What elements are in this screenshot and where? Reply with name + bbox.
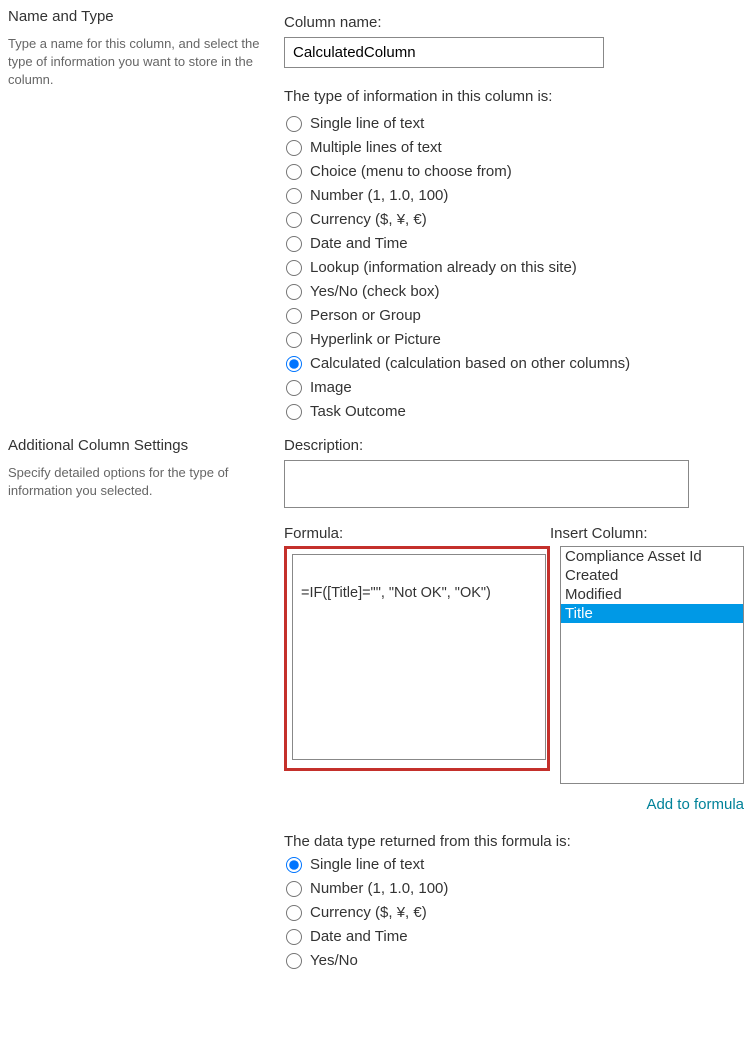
type-radio-item[interactable]: Single line of text xyxy=(284,115,737,132)
return-type-radio[interactable] xyxy=(286,881,302,897)
type-radio[interactable] xyxy=(286,188,302,204)
description-label: Description: xyxy=(284,437,744,454)
type-radio[interactable] xyxy=(286,332,302,348)
type-radio-label: Yes/No (check box) xyxy=(310,283,440,300)
return-type-radio-label: Date and Time xyxy=(310,928,408,945)
return-type-radio-label: Yes/No xyxy=(310,952,358,969)
type-radio[interactable] xyxy=(286,260,302,276)
formula-input[interactable] xyxy=(292,554,546,760)
type-radio[interactable] xyxy=(286,380,302,396)
type-radio-label: Currency ($, ¥, €) xyxy=(310,211,427,228)
formula-label: Formula: xyxy=(284,525,550,542)
type-radio[interactable] xyxy=(286,404,302,420)
type-radio-item[interactable]: Calculated (calculation based on other c… xyxy=(284,355,737,372)
type-radio-label: Person or Group xyxy=(310,307,421,324)
section-additional-title: Additional Column Settings xyxy=(8,437,264,454)
type-radio[interactable] xyxy=(286,236,302,252)
listbox-item[interactable]: Created xyxy=(561,566,743,585)
section-additional-desc: Specify detailed options for the type of… xyxy=(8,464,264,500)
description-input[interactable] xyxy=(284,460,689,508)
return-type-radio-label: Currency ($, ¥, €) xyxy=(310,904,427,921)
type-radio[interactable] xyxy=(286,116,302,132)
listbox-item[interactable]: Modified xyxy=(561,585,743,604)
type-radio-label: Image xyxy=(310,379,352,396)
return-type-radio-group: Single line of text Number (1, 1.0, 100) C… xyxy=(284,856,744,969)
type-radio-item[interactable]: Currency ($, ¥, €) xyxy=(284,211,737,228)
return-type-radio-item[interactable]: Yes/No xyxy=(284,952,744,969)
type-radio-item[interactable]: Number (1, 1.0, 100) xyxy=(284,187,737,204)
return-type-radio[interactable] xyxy=(286,929,302,945)
column-name-label: Column name: xyxy=(284,14,737,31)
type-radio-label: Single line of text xyxy=(310,115,424,132)
type-radio-group: Single line of text Multiple lines of tex… xyxy=(284,115,737,420)
type-radio-label: Date and Time xyxy=(310,235,408,252)
section-name-type-desc: Type a name for this column, and select … xyxy=(8,35,264,90)
return-type-radio-item[interactable]: Currency ($, ¥, €) xyxy=(284,904,744,921)
return-type-radio-item[interactable]: Single line of text xyxy=(284,856,744,873)
insert-column-label: Insert Column: xyxy=(550,525,744,542)
type-radio[interactable] xyxy=(286,284,302,300)
add-to-formula-link[interactable]: Add to formula xyxy=(560,796,744,813)
return-type-radio-label: Number (1, 1.0, 100) xyxy=(310,880,448,897)
return-type-radio-label: Single line of text xyxy=(310,856,424,873)
type-radio-label: Lookup (information already on this site… xyxy=(310,259,577,276)
return-type-radio-item[interactable]: Date and Time xyxy=(284,928,744,945)
type-radio[interactable] xyxy=(286,308,302,324)
type-radio-item[interactable]: Task Outcome xyxy=(284,403,737,420)
type-radio[interactable] xyxy=(286,356,302,372)
type-radio-label: Calculated (calculation based on other c… xyxy=(310,355,630,372)
section-name-type-title: Name and Type xyxy=(8,8,264,25)
return-type-radio-item[interactable]: Number (1, 1.0, 100) xyxy=(284,880,744,897)
type-radio-item[interactable]: Multiple lines of text xyxy=(284,139,737,156)
return-type-label: The data type returned from this formula… xyxy=(284,833,744,850)
listbox-item[interactable]: Compliance Asset Id xyxy=(561,547,743,566)
type-radio-item[interactable]: Date and Time xyxy=(284,235,737,252)
type-radio-item[interactable]: Lookup (information already on this site… xyxy=(284,259,737,276)
type-radio-item[interactable]: Choice (menu to choose from) xyxy=(284,163,737,180)
insert-column-listbox[interactable]: Compliance Asset IdCreatedModifiedTitle xyxy=(560,546,744,784)
type-radio-label: Choice (menu to choose from) xyxy=(310,163,512,180)
formula-highlight-box xyxy=(284,546,550,771)
type-radio-label: Number (1, 1.0, 100) xyxy=(310,187,448,204)
listbox-item[interactable]: Title xyxy=(561,604,743,623)
type-radio-item[interactable]: Image xyxy=(284,379,737,396)
return-type-radio[interactable] xyxy=(286,905,302,921)
return-type-radio[interactable] xyxy=(286,953,302,969)
type-info-label: The type of information in this column i… xyxy=(284,88,737,105)
column-name-input[interactable] xyxy=(284,37,604,68)
type-radio-label: Multiple lines of text xyxy=(310,139,442,156)
type-radio-item[interactable]: Hyperlink or Picture xyxy=(284,331,737,348)
type-radio-label: Hyperlink or Picture xyxy=(310,331,441,348)
type-radio-item[interactable]: Person or Group xyxy=(284,307,737,324)
type-radio[interactable] xyxy=(286,140,302,156)
return-type-radio[interactable] xyxy=(286,857,302,873)
type-radio-label: Task Outcome xyxy=(310,403,406,420)
type-radio-item[interactable]: Yes/No (check box) xyxy=(284,283,737,300)
type-radio[interactable] xyxy=(286,164,302,180)
type-radio[interactable] xyxy=(286,212,302,228)
